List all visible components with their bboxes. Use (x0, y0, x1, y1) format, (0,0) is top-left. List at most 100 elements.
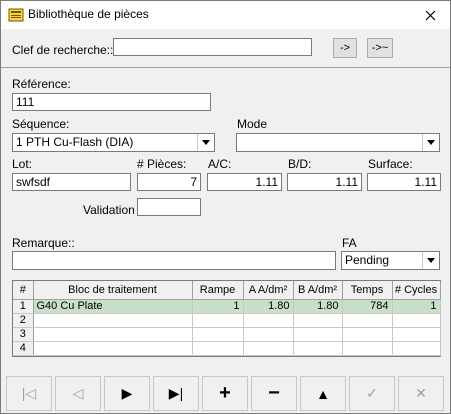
cell-cycles[interactable] (392, 313, 441, 328)
row-index: 4 (13, 341, 34, 356)
row-index: 3 (13, 327, 34, 342)
fa-value: Pending (345, 253, 390, 267)
pieces-label: # Pièces: (137, 157, 187, 171)
table-row[interactable]: 1 G40 Cu Plate 1 1.80 1.80 784 1 (13, 299, 441, 314)
search-label: Clef de recherche:: (12, 43, 114, 57)
cell-rampe[interactable] (192, 341, 244, 356)
cell-temps[interactable] (342, 341, 393, 356)
cell-a[interactable] (243, 327, 294, 342)
pieces-input[interactable]: 7 (137, 173, 201, 191)
first-icon: |◁ (21, 385, 37, 401)
cell-bloc[interactable] (33, 341, 193, 356)
col-header-a[interactable]: A A/dm² (243, 281, 294, 300)
lot-input[interactable]: swfsdf (12, 173, 131, 191)
cell-cycles[interactable] (392, 341, 441, 356)
ac-label: A/C: (208, 157, 232, 171)
title-bar: Bibliothèque de pièces (1, 1, 450, 29)
cell-b[interactable] (293, 327, 343, 342)
surface-input[interactable]: 1.11 (367, 173, 441, 191)
col-header-cycles[interactable]: # Cycles (392, 281, 441, 300)
minus-icon: − (268, 382, 280, 404)
up-arrow-icon: ▲ (316, 385, 330, 402)
validation-input[interactable] (137, 198, 201, 216)
row-index: 1 (13, 299, 34, 314)
close-icon (425, 10, 435, 20)
table-row[interactable]: 4 (13, 341, 441, 356)
next-icon: ▶ (121, 385, 133, 401)
cell-rampe[interactable] (192, 327, 244, 342)
plus-icon: + (219, 382, 231, 404)
col-header-index: # (13, 281, 34, 300)
prev-record-button[interactable]: ◁ (55, 376, 101, 411)
grid-header-row: # Bloc de traitement Rampe A A/dm² B A/d… (13, 281, 441, 300)
record-navigator: |◁ ◁ ▶ ▶| + − ▲ ✓ ✕ (1, 370, 450, 413)
chevron-down-icon[interactable] (422, 252, 439, 269)
cell-temps[interactable]: 784 (342, 299, 393, 314)
cell-b[interactable]: 1.80 (293, 299, 343, 314)
separator (1, 67, 450, 68)
cancel-edit-button[interactable]: ✕ (398, 376, 444, 411)
cancel-icon: ✕ (415, 385, 427, 401)
last-record-button[interactable]: ▶| (153, 376, 199, 411)
cell-cycles[interactable] (392, 327, 441, 342)
cell-rampe[interactable]: 1 (192, 299, 244, 314)
search-input[interactable] (113, 38, 312, 56)
treatment-grid[interactable]: # Bloc de traitement Rampe A A/dm² B A/d… (12, 280, 441, 357)
treatment-table: # Bloc de traitement Rampe A A/dm² B A/d… (13, 281, 441, 356)
check-icon: ✓ (366, 385, 378, 401)
table-row[interactable]: 3 (13, 327, 441, 342)
cell-bloc[interactable] (33, 313, 193, 328)
surface-label: Surface: (368, 157, 413, 171)
remarque-label: Remarque:: (12, 236, 75, 250)
first-record-button[interactable]: |◁ (6, 376, 52, 411)
last-icon: ▶| (168, 385, 184, 401)
reference-label: Référence: (12, 77, 71, 91)
find-button[interactable]: -> (333, 38, 357, 58)
chevron-down-icon[interactable] (197, 134, 214, 151)
add-record-button[interactable]: + (202, 376, 248, 411)
cell-a[interactable] (243, 341, 294, 356)
library-app-icon (8, 8, 24, 22)
cell-temps[interactable] (342, 327, 393, 342)
ac-input[interactable]: 1.11 (207, 173, 282, 191)
next-record-button[interactable]: ▶ (104, 376, 150, 411)
fa-select[interactable]: Pending (341, 251, 440, 270)
cell-b[interactable] (293, 313, 343, 328)
close-button[interactable] (410, 1, 450, 29)
table-row[interactable]: 2 (13, 313, 441, 328)
sequence-select[interactable]: 1 PTH Cu-Flash (DIA) (12, 133, 215, 152)
col-header-bloc[interactable]: Bloc de traitement (33, 281, 193, 300)
prev-icon: ◁ (72, 385, 84, 401)
edit-record-button[interactable]: ▲ (300, 376, 346, 411)
cell-temps[interactable] (342, 313, 393, 328)
cell-bloc[interactable]: G40 Cu Plate (33, 299, 193, 314)
form-area: Clef de recherche:: -> ->~ Référence: 11… (1, 29, 450, 413)
find-next-button[interactable]: ->~ (367, 38, 393, 58)
cell-bloc[interactable] (33, 327, 193, 342)
mode-label: Mode (237, 117, 268, 131)
remarque-input[interactable] (12, 251, 336, 270)
col-header-b[interactable]: B A/dm² (293, 281, 343, 300)
sequence-value: 1 PTH Cu-Flash (DIA) (16, 135, 134, 149)
cell-a[interactable]: 1.80 (243, 299, 294, 314)
fa-label: FA (342, 236, 357, 250)
post-edit-button[interactable]: ✓ (349, 376, 395, 411)
col-header-temps[interactable]: Temps (342, 281, 393, 300)
cell-rampe[interactable] (192, 313, 244, 328)
lot-label: Lot: (12, 157, 33, 171)
validation-label: Validation (83, 203, 135, 217)
delete-record-button[interactable]: − (251, 376, 297, 411)
row-index: 2 (13, 313, 34, 328)
mode-select[interactable] (236, 133, 440, 152)
reference-input[interactable]: 111 (12, 93, 211, 111)
sequence-label: Séquence: (12, 117, 70, 131)
col-header-rampe[interactable]: Rampe (192, 281, 244, 300)
bd-label: B/D: (288, 157, 312, 171)
window: Bibliothèque de pièces Clef de recherche… (0, 0, 451, 414)
window-title: Bibliothèque de pièces (28, 7, 149, 21)
cell-b[interactable] (293, 341, 343, 356)
chevron-down-icon[interactable] (422, 134, 439, 151)
cell-cycles[interactable]: 1 (392, 299, 441, 314)
bd-input[interactable]: 1.11 (287, 173, 362, 191)
cell-a[interactable] (243, 313, 294, 328)
